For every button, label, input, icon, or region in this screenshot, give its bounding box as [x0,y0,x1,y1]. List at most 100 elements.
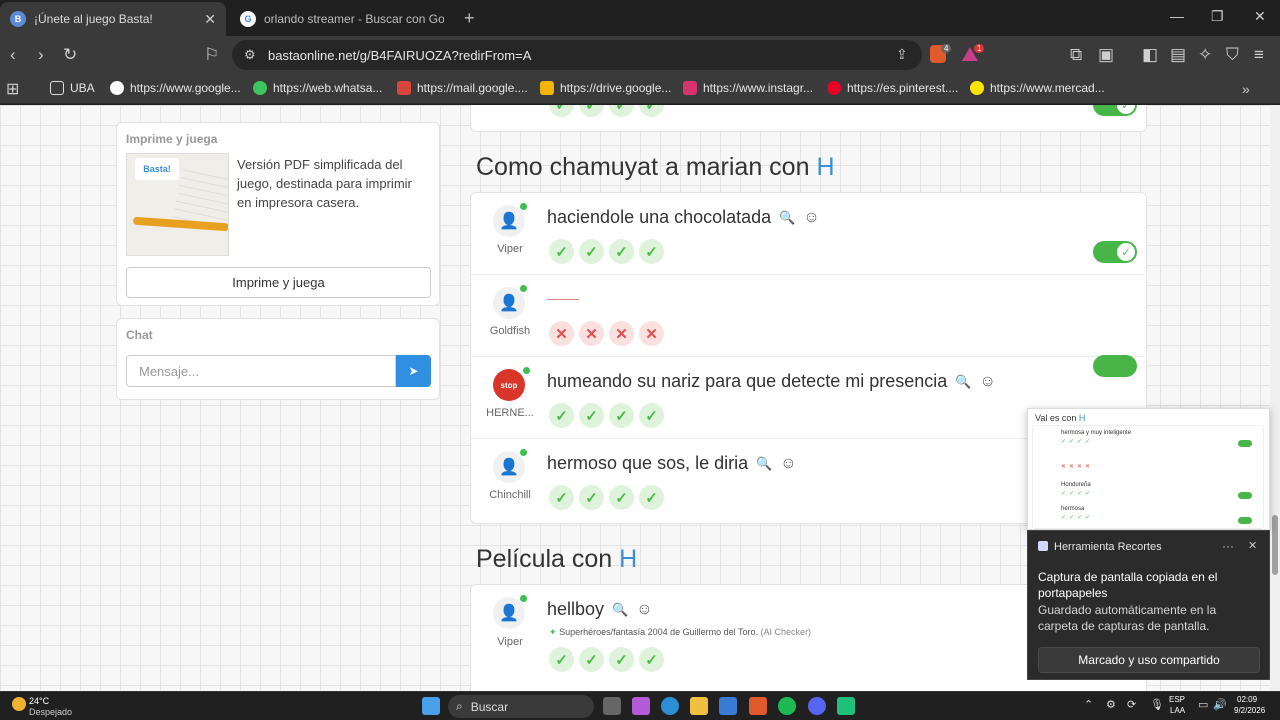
answer-toggle[interactable]: ✓ [1093,105,1137,116]
print-button[interactable]: Imprime y juega [126,267,431,298]
bookmark-uba[interactable]: UBA [50,81,95,95]
edge-icon[interactable] [661,697,679,715]
markup-share-button[interactable]: Marcado y uso compartido [1038,647,1260,673]
vpn-shield-icon[interactable]: ⛉ [1226,45,1239,65]
bookmark-mercadolibre[interactable]: https://www.mercad... [970,81,1105,95]
vote-approve-icon[interactable]: ✓ [579,647,604,672]
screenshot-preview[interactable]: Val es con H hermosa y muy inteligente ✓… [1027,408,1270,530]
reload-icon[interactable]: ↻ [63,45,77,65]
language-top[interactable]: ESP [1169,695,1185,704]
react-emoji-icon[interactable]: ☺ [780,455,796,473]
sync-icon[interactable]: ⟳ [1127,698,1136,711]
search-icon[interactable]: 🔍 [955,374,971,390]
more-bookmarks-icon[interactable]: » [1242,81,1250,97]
toast-submessage: Guardado automáticamente en la carpeta d… [1038,603,1217,633]
copilot-icon[interactable] [632,697,650,715]
vote-approve-icon[interactable]: ✓ [549,105,574,117]
search-icon[interactable]: 🔍 [756,456,772,472]
close-window-icon[interactable]: ✕ [1254,8,1266,25]
app-icon[interactable] [837,697,855,715]
vote-approve-icon[interactable]: ✓ [579,239,604,264]
clock-date[interactable]: 9/2/2026 [1234,706,1265,715]
vote-approve-icon[interactable]: ✓ [639,485,664,510]
vote-approve-icon[interactable]: ✓ [579,485,604,510]
url-text[interactable]: bastaonline.net/g/B4FAIRUOZA?redirFrom=A [268,48,531,63]
close-toast-icon[interactable]: ✕ [1248,539,1257,552]
vote-approve-icon[interactable]: ✓ [639,239,664,264]
windows-start-icon[interactable] [422,697,440,715]
language-bottom[interactable]: LAA [1170,706,1185,715]
maximize-icon[interactable]: ❐ [1211,8,1224,25]
bookmark-pinterest[interactable]: https://es.pinterest.... [827,81,958,95]
spotify-icon[interactable] [778,697,796,715]
vote-reject-icon[interactable]: ✕ [639,321,664,346]
brave-browser-icon[interactable] [749,697,767,715]
new-tab-icon[interactable]: + [464,8,475,29]
search-icon[interactable]: 🔍 [612,602,628,618]
vote-approve-icon[interactable]: ✓ [579,105,604,117]
bookmark-gmail[interactable]: https://mail.google.... [397,81,528,95]
reader-icon[interactable]: ▣ [1098,45,1114,65]
chat-message-input[interactable]: Mensaje... [126,355,396,387]
vote-approve-icon[interactable]: ✓ [549,403,574,428]
volume-icon[interactable]: 🔊 [1213,698,1227,711]
more-options-icon[interactable]: ··· [1222,539,1234,553]
search-icon[interactable]: 🔍 [779,210,795,226]
share-icon[interactable]: ⇪ [896,46,908,63]
sidebar-icon[interactable]: ◧ [1142,45,1158,65]
vote-approve-icon[interactable]: ✓ [639,105,664,117]
apps-grid-icon[interactable]: ⊞ [6,79,19,99]
forward-icon[interactable]: › [38,45,44,65]
clock-time[interactable]: 02:09 [1237,695,1257,704]
bookmark-whatsapp[interactable]: https://web.whatsa... [253,81,382,95]
bookmark-drive[interactable]: https://drive.google... [540,81,671,95]
bookmark-instagram[interactable]: https://www.instagr... [683,81,813,95]
microphone-icon[interactable]: 🎙 [1150,698,1164,711]
vote-approve-icon[interactable]: ✓ [549,485,574,510]
vote-approve-icon[interactable]: ✓ [549,647,574,672]
close-tab-icon[interactable]: ✕ [204,11,216,28]
vote-reject-icon[interactable]: ✕ [549,321,574,346]
site-settings-icon[interactable]: ⚙ [244,47,256,63]
vote-approve-icon[interactable]: ✓ [609,105,634,117]
bookmark-icon[interactable]: ⚐ [204,45,219,65]
page-scrollbar[interactable] [1270,105,1280,691]
vote-reject-icon[interactable]: ✕ [579,321,604,346]
extensions-icon[interactable]: ⧉ [1070,45,1082,65]
tab-basta[interactable]: B ¡Únete al juego Basta! ✕ [0,2,226,36]
tab-google-search[interactable]: G orlando streamer - Buscar con Googl [230,4,454,34]
scrollbar-thumb[interactable] [1272,515,1278,575]
address-bar[interactable]: ⚙ bastaonline.net/g/B4FAIRUOZA?redirFrom… [232,40,922,70]
wallet-icon[interactable]: ▤ [1170,45,1186,65]
weather-icon[interactable] [12,697,26,711]
network-icon[interactable]: ▭ [1198,698,1208,711]
vote-approve-icon[interactable]: ✓ [639,403,664,428]
chat-send-button[interactable]: ➤ [396,355,431,387]
mail-icon[interactable] [719,697,737,715]
task-view-icon[interactable] [603,697,621,715]
vote-reject-icon[interactable]: ✕ [609,321,634,346]
back-icon[interactable]: ‹ [10,45,16,65]
vote-approve-icon[interactable]: ✓ [609,647,634,672]
vote-approve-icon[interactable]: ✓ [609,403,634,428]
minimize-icon[interactable]: — [1170,8,1184,24]
vote-approve-icon[interactable]: ✓ [549,239,574,264]
vote-approve-icon[interactable]: ✓ [609,239,634,264]
preview-card: hermosa y muy inteligente ✓✓✓✓ ✕✕✕✕ Hond… [1032,425,1264,529]
tray-app-icon[interactable]: ⚙ [1106,698,1116,711]
bookmark-google[interactable]: https://www.google... [110,81,241,95]
vote-approve-icon[interactable]: ✓ [609,485,634,510]
vote-approve-icon[interactable]: ✓ [579,403,604,428]
answer-toggle[interactable]: ✓ [1093,241,1137,263]
react-emoji-icon[interactable]: ☺ [803,209,819,227]
discord-icon[interactable] [808,697,826,715]
taskbar-search[interactable]: ⌕ Buscar [448,695,594,718]
answer-toggle[interactable] [1093,355,1137,377]
tray-chevron-icon[interactable]: ⌃ [1084,698,1093,711]
file-explorer-icon[interactable] [690,697,708,715]
react-emoji-icon[interactable]: ☺ [979,373,995,391]
react-emoji-icon[interactable]: ☺ [636,601,652,619]
leo-ai-icon[interactable]: ✧ [1198,45,1212,65]
vote-approve-icon[interactable]: ✓ [639,647,664,672]
menu-icon[interactable]: ≡ [1254,45,1264,65]
